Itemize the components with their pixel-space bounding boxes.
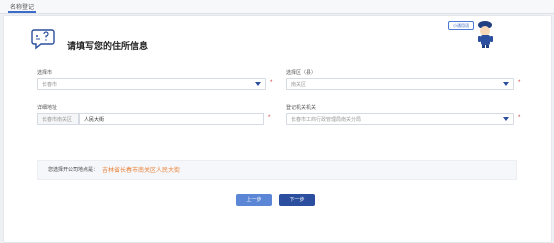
city-label: 选择市 <box>37 70 53 76</box>
district-required-mark: * <box>518 80 521 86</box>
address-input-value: 人民大街 <box>84 117 105 123</box>
address-label: 详细地址 <box>37 105 58 111</box>
mascot-badge: 小通用语 <box>448 21 474 30</box>
address-prefix-text: 长春市南关区 <box>42 117 73 123</box>
page: 名称登记 请填写您的住所信息 小通用语 选择市 长春市 * 选择区（县） 南关区… <box>0 0 554 243</box>
selected-address-notice: 您选择开公司地点是： 吉林省长春市南关区人民大街 <box>37 160 517 180</box>
city-select[interactable]: 长春市 <box>37 78 266 90</box>
city-required-mark: * <box>270 80 273 86</box>
page-title: 请填写您的住所信息 <box>67 41 149 51</box>
district-label: 选择区（县） <box>286 70 317 76</box>
notice-address: 吉林省长春市南关区人民大街 <box>102 168 181 174</box>
next-step-button[interactable]: 下一步 <box>279 194 315 206</box>
top-bar: 名称登记 <box>0 0 554 14</box>
district-select[interactable]: 南关区 <box>286 78 514 90</box>
breadcrumb-tab[interactable]: 名称登记 <box>10 2 34 11</box>
authority-label: 登记机关机关 <box>286 105 317 111</box>
address-required-mark: * <box>268 115 271 121</box>
form-question-icon <box>31 29 55 50</box>
address-prefix: 长春市南关区 <box>37 113 79 125</box>
chevron-down-icon <box>255 82 261 86</box>
chevron-down-icon <box>503 82 509 86</box>
authority-select[interactable]: 长春市工商行政管理局南关分局 <box>286 113 514 125</box>
notice-label: 您选择开公司地点是： <box>48 167 99 173</box>
prev-step-button[interactable]: 上一步 <box>236 194 272 206</box>
breadcrumb-underline <box>8 11 36 13</box>
authority-required-mark: * <box>518 115 521 121</box>
city-select-value: 长春市 <box>42 82 58 88</box>
authority-select-value: 长春市工商行政管理局南关分局 <box>291 117 362 123</box>
district-select-value: 南关区 <box>291 82 307 88</box>
chevron-down-icon <box>503 117 509 121</box>
address-input[interactable]: 人民大街 <box>79 113 264 125</box>
